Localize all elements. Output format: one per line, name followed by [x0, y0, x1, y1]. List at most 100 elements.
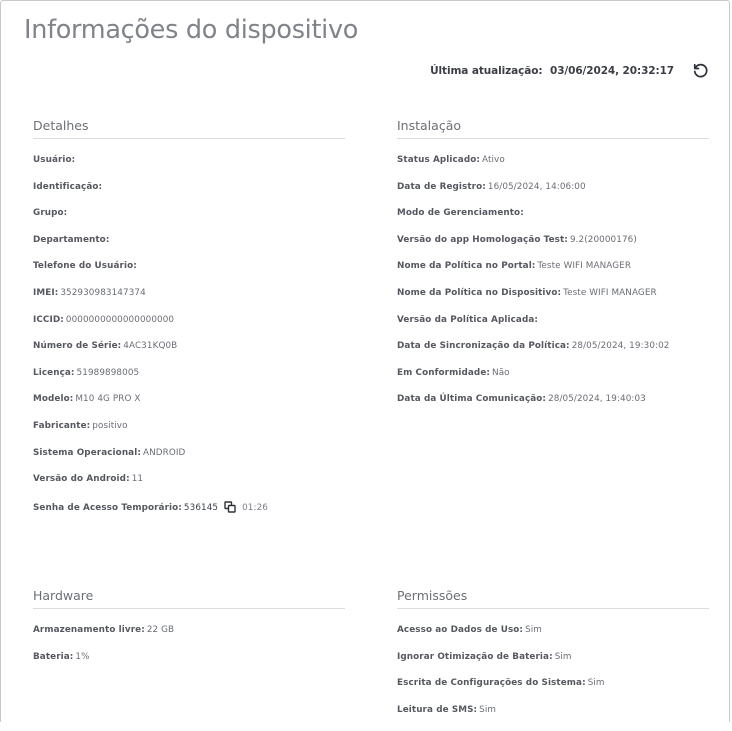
- install-label: Data de Sincronização da Política:: [397, 341, 570, 352]
- detail-row-versao-android: Versão do Android: 11: [33, 474, 345, 501]
- detail-value: 0000000000000000000: [65, 314, 175, 325]
- detail-value: positivo: [92, 420, 128, 431]
- install-row-data-registro: Data de Registro: 16/05/2024, 14:06:00: [397, 182, 709, 209]
- detail-label: Senha de Acesso Temporário:: [33, 502, 182, 513]
- detail-row-fabricante: Fabricante: positivo: [33, 421, 345, 448]
- detail-label: Fabricante:: [33, 420, 91, 431]
- install-value: 9.2(20000176): [569, 234, 637, 245]
- install-row-status: Status Aplicado: Ativo: [397, 155, 709, 182]
- section-title-instalacao: Instalação: [397, 118, 709, 139]
- detail-row-modelo: Modelo: M10 4G PRO X: [33, 394, 345, 421]
- permission-label: Acesso ao Dados de Uso:: [397, 625, 524, 635]
- temp-password-value: 536145: [183, 502, 219, 513]
- install-label: Data de Registro:: [397, 181, 486, 192]
- detail-row-identificacao: Identificação:: [33, 182, 345, 209]
- hardware-row-armazenamento: Armazenamento livre: 22 GB: [33, 625, 345, 652]
- section-title-detalhes: Detalhes: [33, 118, 345, 139]
- permission-value: Sim: [587, 678, 605, 689]
- detail-row-departamento: Departamento:: [33, 235, 345, 262]
- install-value: 16/05/2024, 14:06:00: [487, 181, 586, 192]
- install-label: Em Conformidade:: [397, 367, 491, 378]
- detalhes-rows: Usuário: Identificação: Grupo: Departame…: [33, 155, 345, 527]
- permission-row-otimizacao-bateria: Ignorar Otimização de Bateria: Sim: [397, 652, 709, 679]
- install-label: Versão do app Homologação Test:: [397, 234, 568, 245]
- detail-label: Grupo:: [33, 208, 68, 219]
- hardware-label: Bateria:: [33, 651, 74, 662]
- install-value: Não: [492, 367, 510, 378]
- detail-label: Sistema Operacional:: [33, 447, 141, 458]
- section-permissoes: Permissões Acesso ao Dados de Uso: Sim Ig…: [397, 588, 709, 731]
- permission-value: Sim: [479, 704, 497, 715]
- detail-label: Licença:: [33, 367, 75, 378]
- detail-row-imei: IMEI: 352930983147374: [33, 288, 345, 315]
- section-hardware: Hardware Armazenamento livre: 22 GB Bater…: [33, 588, 345, 678]
- install-label: Versão da Política Aplicada:: [397, 314, 538, 325]
- last-update-label: Última atualização:: [430, 65, 543, 77]
- refresh-icon[interactable]: [691, 61, 709, 79]
- install-value: Ativo: [482, 155, 505, 165]
- hardware-value: 22 GB: [146, 625, 175, 635]
- detail-row-licenca: Licença: 51989898005: [33, 368, 345, 395]
- detail-label: ICCID:: [33, 314, 64, 325]
- page-title: Informações do dispositivo: [24, 15, 359, 45]
- section-title-permissoes: Permissões: [397, 588, 709, 609]
- detail-value: M10 4G PRO X: [75, 394, 141, 405]
- detail-row-senha-temporaria: Senha de Acesso Temporário: 536145 01:26: [33, 501, 345, 528]
- permissoes-rows: Acesso ao Dados de Uso: Sim Ignorar Otimi…: [397, 625, 709, 731]
- detail-value: 11: [131, 474, 144, 485]
- install-row-versao-politica: Versão da Política Aplicada:: [397, 315, 709, 342]
- detail-label: Departamento:: [33, 234, 110, 245]
- device-info-panel: Informações do dispositivo Última atuali…: [0, 0, 730, 722]
- detail-row-grupo: Grupo:: [33, 208, 345, 235]
- permission-label: Escrita de Configurações do Sistema:: [397, 678, 586, 689]
- instalacao-rows: Status Aplicado: Ativo Data de Registro: 1…: [397, 155, 709, 421]
- install-label: Nome da Política no Portal:: [397, 261, 536, 272]
- hardware-label: Armazenamento livre:: [33, 625, 145, 635]
- detail-value: 4AC31KQ0B: [123, 341, 178, 352]
- install-label: Nome da Política no Dispositivo:: [397, 287, 562, 298]
- detail-row-numero-serie: Número de Série: 4AC31KQ0B: [33, 341, 345, 368]
- install-row-versao-app: Versão do app Homologação Test: 9.2(20000…: [397, 235, 709, 262]
- permission-value: Sim: [554, 651, 572, 662]
- detail-label: Telefone do Usuário:: [33, 261, 137, 272]
- section-title-hardware: Hardware: [33, 588, 345, 609]
- copy-icon[interactable]: [224, 501, 236, 513]
- detail-label: Modelo:: [33, 394, 74, 405]
- detail-row-iccid: ICCID: 0000000000000000000: [33, 315, 345, 342]
- permission-label: Ignorar Otimização de Bateria:: [397, 651, 553, 662]
- detail-row-telefone: Telefone do Usuário:: [33, 261, 345, 288]
- permission-row-leitura-sms: Leitura de SMS: Sim: [397, 705, 709, 731]
- detail-label: Versão do Android:: [33, 474, 130, 485]
- install-value: 28/05/2024, 19:40:03: [548, 394, 646, 405]
- last-update-value: 03/06/2024, 20:32:17: [550, 65, 674, 77]
- detail-value: ANDROID: [142, 447, 186, 458]
- section-detalhes: Detalhes Usuário: Identificação: Grupo: …: [33, 118, 345, 527]
- detail-label: IMEI:: [33, 287, 59, 298]
- permission-label: Leitura de SMS:: [397, 704, 478, 715]
- detail-value: 51989898005: [76, 367, 140, 378]
- permission-row-dados-uso: Acesso ao Dados de Uso: Sim: [397, 625, 709, 652]
- install-value: Teste WIFI MANAGER: [537, 261, 632, 272]
- temp-password-timer: 01:26: [242, 502, 268, 513]
- last-update: Última atualização: 03/06/2024, 20:32:17: [430, 65, 674, 77]
- install-label: Modo de Gerenciamento:: [397, 208, 524, 219]
- detail-row-sistema-operacional: Sistema Operacional: ANDROID: [33, 448, 345, 475]
- hardware-rows: Armazenamento livre: 22 GB Bateria: 1%: [33, 625, 345, 678]
- detail-row-usuario: Usuário:: [33, 155, 345, 182]
- section-instalacao: Instalação Status Aplicado: Ativo Data de…: [397, 118, 709, 421]
- detail-label: Usuário:: [33, 155, 76, 165]
- detail-value: 352930983147374: [60, 287, 146, 298]
- install-label: Status Aplicado:: [397, 155, 480, 165]
- install-row-ultima-comunicacao: Data da Última Comunicação: 28/05/2024, 1…: [397, 394, 709, 421]
- hardware-value: 1%: [75, 651, 90, 662]
- detail-label: Identificação:: [33, 181, 103, 192]
- install-label: Data da Última Comunicação:: [397, 394, 547, 405]
- permission-value: Sim: [525, 625, 542, 635]
- detail-label: Número de Série:: [33, 341, 122, 352]
- hardware-row-bateria: Bateria: 1%: [33, 652, 345, 679]
- install-row-politica-portal: Nome da Política no Portal: Teste WIFI MA…: [397, 261, 709, 288]
- install-row-sincronizacao: Data de Sincronização da Política: 28/05/…: [397, 341, 709, 368]
- install-row-conformidade: Em Conformidade: Não: [397, 368, 709, 395]
- install-value: Teste WIFI MANAGER: [563, 287, 657, 298]
- install-row-politica-dispositivo: Nome da Política no Dispositivo: Teste WI…: [397, 288, 709, 315]
